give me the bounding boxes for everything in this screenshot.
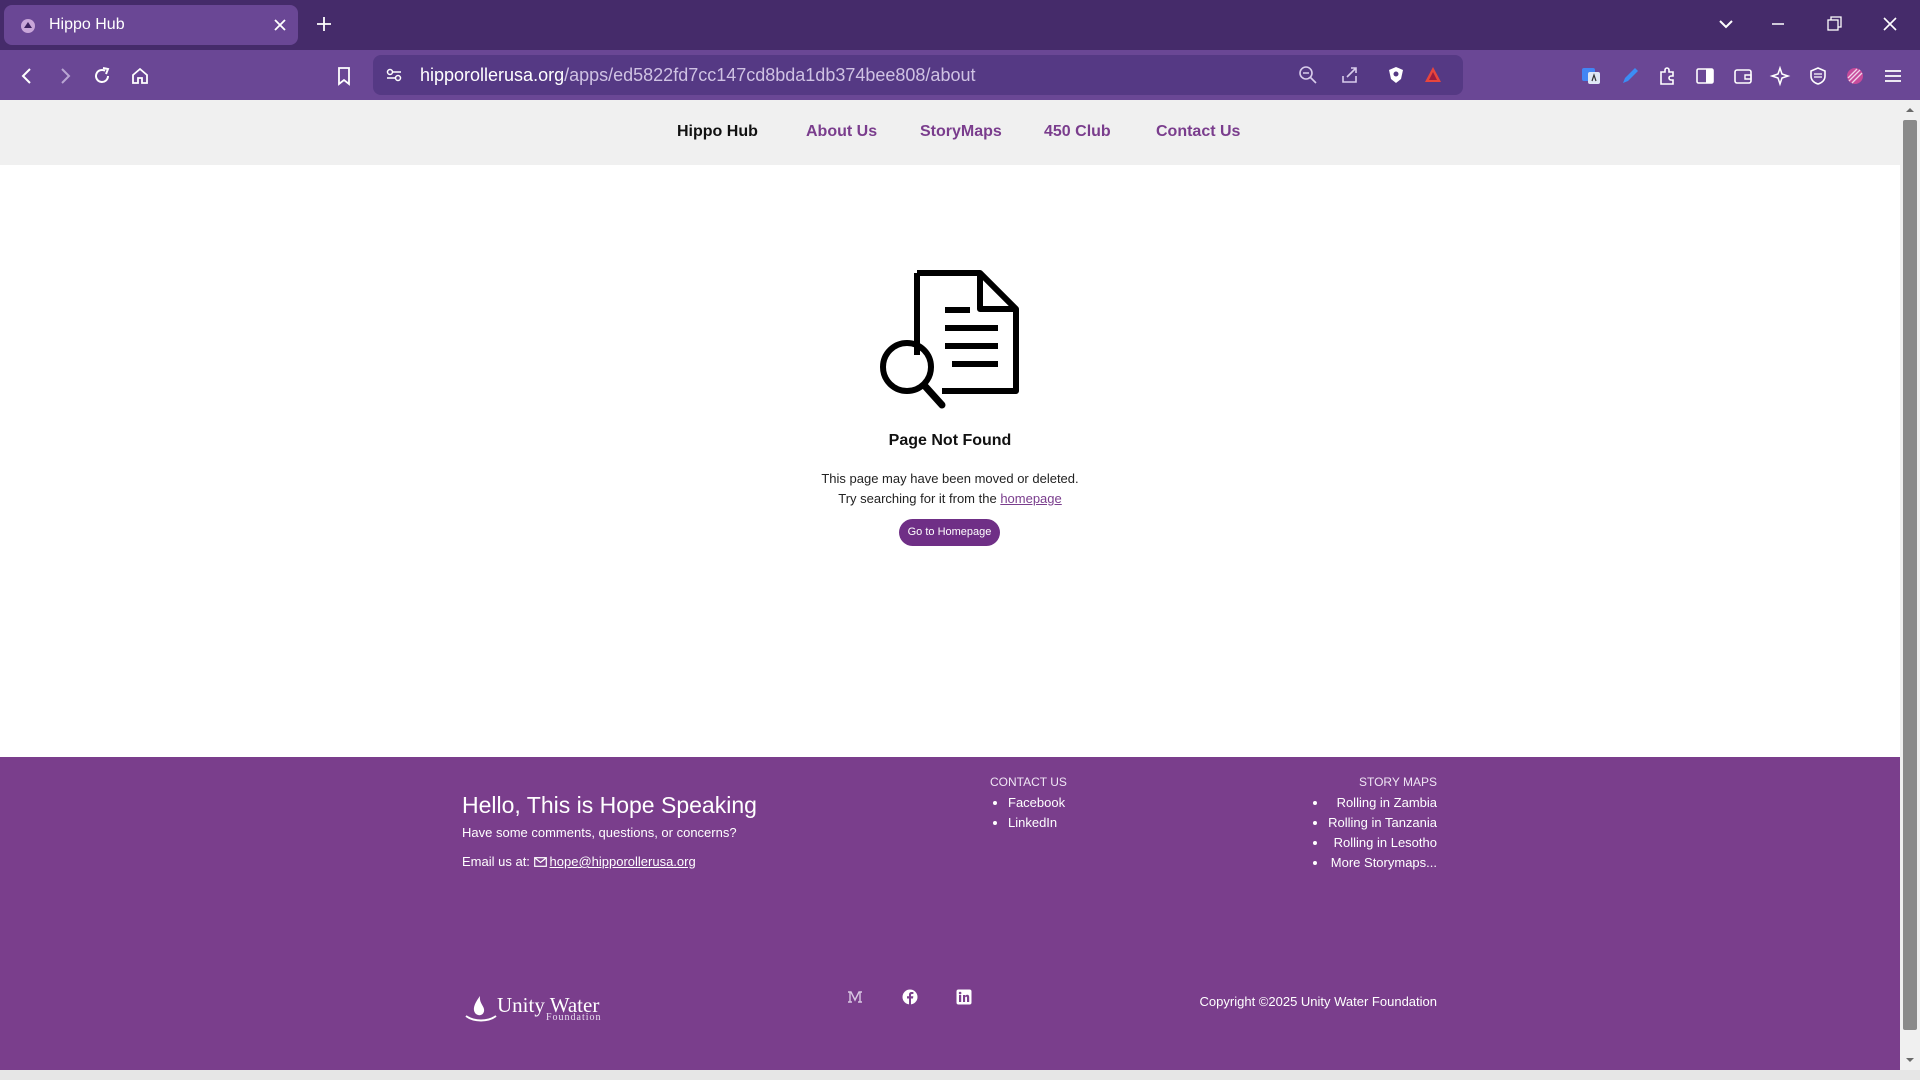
main-menu-hamburger-icon[interactable] bbox=[1882, 65, 1904, 87]
footer-link-more-storymaps[interactable]: More Storymaps... bbox=[1328, 853, 1437, 873]
vpn-shield-icon[interactable] bbox=[1807, 65, 1829, 87]
browser-tab-bar: Hippo Hub bbox=[0, 0, 1920, 50]
footer-link-rolling-in-lesotho[interactable]: Rolling in Lesotho bbox=[1328, 833, 1437, 853]
envelope-icon bbox=[533, 857, 547, 867]
restore-window-icon[interactable] bbox=[1824, 14, 1844, 34]
linkedin-icon[interactable] bbox=[956, 989, 972, 1005]
reload-icon[interactable] bbox=[91, 65, 113, 87]
site-settings-icon[interactable] bbox=[383, 64, 405, 86]
footer-link-linkedin[interactable]: LinkedIn bbox=[1008, 813, 1065, 833]
search-hint-text: Try searching for it from the homepage bbox=[0, 491, 1900, 506]
email-link[interactable]: hope@hipporollerusa.org bbox=[550, 854, 696, 869]
tab-title: Hippo Hub bbox=[49, 16, 125, 33]
url-text[interactable]: hipporollerusa.org/apps/ed5822fd7cc147cd… bbox=[420, 65, 975, 86]
footer-title: Hello, This is Hope Speaking bbox=[462, 792, 757, 818]
nav-brand-hippo-hub[interactable]: Hippo Hub bbox=[677, 123, 758, 141]
footer-link-rolling-in-zambia[interactable]: Rolling in Zambia bbox=[1328, 793, 1437, 813]
nav-item-contact-us[interactable]: Contact Us bbox=[1156, 123, 1240, 141]
scroll-down-arrow-icon[interactable] bbox=[1905, 1055, 1915, 1065]
site-navigation: Hippo Hub About Us StoryMaps 450 Club Co… bbox=[0, 100, 1900, 165]
email-prefix: Email us at: bbox=[462, 854, 534, 869]
extensions-puzzle-icon[interactable] bbox=[1656, 65, 1678, 87]
nav-item-storymaps[interactable]: StoryMaps bbox=[920, 123, 1002, 141]
address-bar[interactable]: hipporollerusa.org/apps/ed5822fd7cc147cd… bbox=[373, 55, 1463, 95]
scrollbar-thumb[interactable] bbox=[1903, 120, 1917, 1030]
close-window-icon[interactable] bbox=[1880, 14, 1900, 34]
url-path: /apps/ed5822fd7cc147cd8bda1db374bee808/a… bbox=[564, 65, 976, 85]
go-to-homepage-button[interactable]: Go to Homepage bbox=[899, 519, 1000, 546]
contact-links-list: Facebook LinkedIn bbox=[1008, 793, 1065, 833]
zoom-out-icon[interactable] bbox=[1297, 64, 1319, 86]
browser-toolbar: hipporollerusa.org/apps/ed5822fd7cc147cd… bbox=[0, 50, 1920, 100]
tab-list-chevron-down-icon[interactable] bbox=[1716, 14, 1736, 34]
moved-or-deleted-text: This page may have been moved or deleted… bbox=[821, 471, 1079, 486]
sidebar-icon[interactable] bbox=[1694, 65, 1716, 87]
page-not-found-title: Page Not Found bbox=[888, 432, 1012, 449]
story-maps-list: Rolling in Zambia Rolling in Tanzania Ro… bbox=[1328, 793, 1437, 873]
leo-ai-sparkle-icon[interactable] bbox=[1769, 65, 1791, 87]
translate-icon[interactable] bbox=[1580, 65, 1602, 87]
new-tab-icon[interactable] bbox=[314, 14, 334, 34]
contact-us-heading: CONTACT US bbox=[990, 775, 1067, 789]
footer-subtitle: Have some comments, questions, or concer… bbox=[462, 825, 737, 840]
homepage-link[interactable]: homepage bbox=[1000, 491, 1061, 506]
footer-link-rolling-in-tanzania[interactable]: Rolling in Tanzania bbox=[1328, 813, 1437, 833]
wallet-icon[interactable] bbox=[1732, 65, 1754, 87]
copyright-text: Copyright ©2025 Unity Water Foundation bbox=[1199, 994, 1437, 1009]
document-search-icon bbox=[880, 270, 1019, 409]
profile-stripes-icon[interactable] bbox=[1844, 65, 1866, 87]
window-bottom-edge bbox=[0, 1070, 1920, 1080]
footer-link-facebook[interactable]: Facebook bbox=[1008, 793, 1065, 813]
brave-shields-icon[interactable] bbox=[1385, 64, 1407, 86]
bookmark-icon[interactable] bbox=[333, 65, 355, 87]
main-content: Page Not Found This page may have been m… bbox=[0, 165, 1900, 757]
scroll-up-arrow-icon[interactable] bbox=[1905, 105, 1915, 115]
logo-subtext: Foundation bbox=[546, 1012, 602, 1023]
share-icon[interactable] bbox=[1339, 64, 1361, 86]
forward-icon[interactable] bbox=[54, 65, 76, 87]
close-tab-icon[interactable] bbox=[272, 17, 288, 33]
nav-item-about-us[interactable]: About Us bbox=[806, 123, 877, 141]
pen-extension-icon[interactable] bbox=[1619, 65, 1641, 87]
brave-rewards-icon[interactable] bbox=[1422, 64, 1444, 86]
browser-tab[interactable]: Hippo Hub bbox=[4, 5, 298, 45]
search-hint-prefix: Try searching for it from the bbox=[838, 491, 1001, 506]
story-maps-heading: STORY MAPS bbox=[1358, 775, 1437, 789]
home-icon[interactable] bbox=[129, 65, 151, 87]
medium-m-icon[interactable] bbox=[847, 989, 863, 1005]
page-scrollbar[interactable] bbox=[1900, 100, 1920, 1070]
url-host: hipporollerusa.org bbox=[420, 65, 565, 85]
nav-item-450-club[interactable]: 450 Club bbox=[1044, 123, 1111, 141]
footer-email-line: Email us at: hope@hipporollerusa.org bbox=[462, 854, 696, 869]
facebook-icon[interactable] bbox=[902, 989, 918, 1005]
site-footer: Hello, This is Hope Speaking Have some c… bbox=[0, 757, 1900, 1070]
back-icon[interactable] bbox=[16, 65, 38, 87]
minimize-window-icon[interactable] bbox=[1768, 14, 1788, 34]
hippo-roller-favicon-icon bbox=[21, 19, 35, 33]
